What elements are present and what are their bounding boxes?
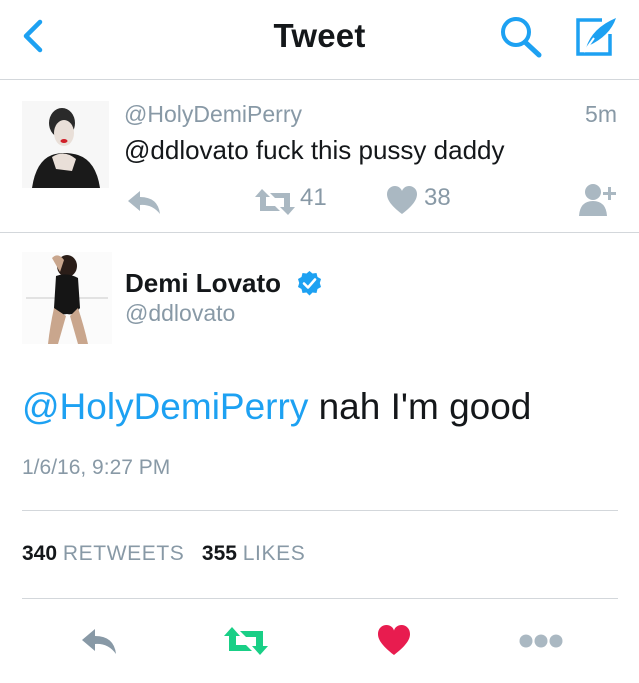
- tweet-timestamp: 1/6/16, 9:27 PM: [22, 456, 171, 479]
- avatar-image: [22, 252, 112, 344]
- reply-retweet-count: 41: [300, 184, 327, 211]
- reply-handle[interactable]: @HolyDemiPerry: [124, 101, 302, 128]
- avatar[interactable]: [22, 101, 109, 188]
- mention-link[interactable]: @HolyDemiPerry: [22, 386, 308, 427]
- retweets-count[interactable]: 340: [22, 542, 57, 565]
- compose-icon[interactable]: [572, 14, 620, 60]
- avatar-image: [22, 101, 109, 188]
- nav-bar: Tweet: [0, 0, 639, 80]
- reply-tweet[interactable]: @HolyDemiPerry 5m @ddlovato fuck this pu…: [0, 81, 639, 233]
- retweet-icon[interactable]: [222, 625, 270, 657]
- reply-icon[interactable]: [80, 625, 118, 657]
- tweet-stats: 340 RETWEETS 355 LIKES: [22, 542, 305, 566]
- reply-time: 5m: [585, 101, 617, 127]
- retweet-icon[interactable]: [254, 187, 296, 217]
- retweets-label[interactable]: RETWEETS: [63, 542, 184, 565]
- reply-icon[interactable]: [126, 187, 162, 217]
- heart-icon[interactable]: [377, 624, 411, 658]
- divider: [22, 510, 618, 511]
- author-name[interactable]: Demi Lovato: [125, 268, 281, 299]
- more-options-icon[interactable]: [518, 630, 564, 652]
- likes-count[interactable]: 355: [202, 542, 237, 565]
- verified-badge-icon: [298, 271, 321, 296]
- tweet-text: @HolyDemiPerry nah I'm good: [22, 386, 531, 428]
- tweet-body: nah I'm good: [308, 386, 532, 427]
- search-icon[interactable]: [497, 14, 545, 60]
- reply-like-count: 38: [424, 184, 451, 211]
- divider: [22, 598, 618, 599]
- follow-icon[interactable]: [578, 181, 618, 217]
- heart-icon[interactable]: [386, 185, 418, 217]
- likes-label[interactable]: LIKES: [243, 542, 306, 565]
- author-handle[interactable]: @ddlovato: [125, 300, 235, 327]
- avatar[interactable]: [22, 252, 112, 344]
- reply-text: @ddlovato fuck this pussy daddy: [124, 135, 505, 165]
